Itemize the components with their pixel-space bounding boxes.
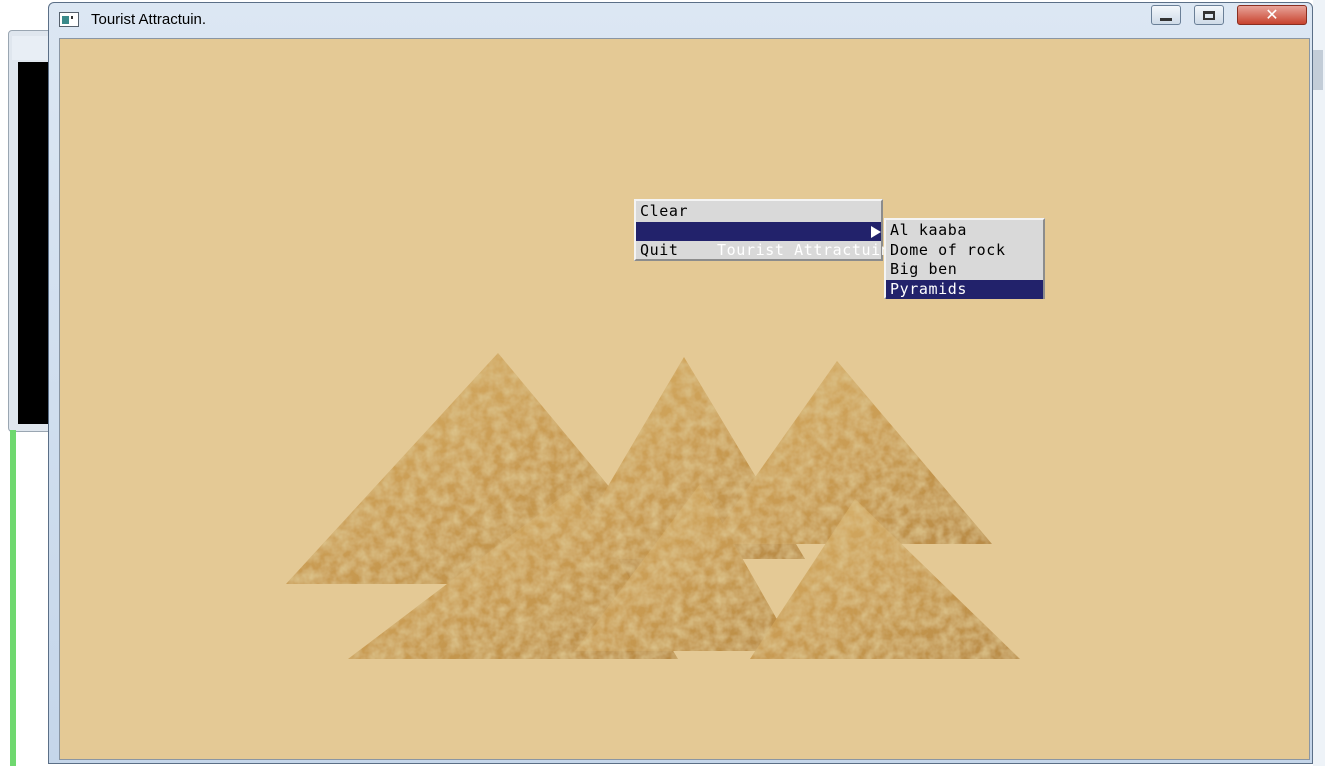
context-menu: Clear Tourist Attractuin Quit [634,199,890,261]
close-button[interactable]: ✕ [1237,5,1307,25]
submenu-item-big-ben[interactable]: Big ben [886,260,1043,280]
background-scrollbar [1313,50,1323,90]
background-editor-gutter [10,430,16,766]
background-console-output [18,62,48,424]
minimize-button[interactable] [1151,5,1181,25]
submenu-item-al-kaaba[interactable]: Al kaaba [886,221,1043,241]
app-window: Tourist Attractuin. ✕ Clear Tourist Attr… [48,2,1313,764]
submenu-item-pyramids[interactable]: Pyramids [886,279,1043,299]
minimize-icon [1160,17,1172,21]
tourist-attraction-submenu: Al kaaba Dome of rock Big ben Pyramids [884,218,1045,299]
submenu-item-dome-of-rock[interactable]: Dome of rock [886,241,1043,261]
menu-item-tourist-attractuin[interactable]: Tourist Attractuin [636,221,890,259]
background-console-titlebar [12,36,48,60]
menu-item-clear[interactable]: Clear [636,202,881,222]
close-icon: ✕ [1265,5,1279,24]
window-title: Tourist Attractuin. [91,11,207,28]
maximize-button[interactable] [1194,5,1224,25]
maximize-icon [1203,10,1215,20]
submenu-arrow-icon [871,225,881,238]
app-window-icon[interactable] [59,12,79,27]
pyramids-scene [286,353,1020,659]
menu-item-quit[interactable]: Quit [636,241,881,261]
render-canvas[interactable]: Clear Tourist Attractuin Quit Al kaaba D… [59,38,1310,760]
background-right-window [1313,0,1325,766]
title-bar[interactable]: Tourist Attractuin. ✕ [49,3,1312,35]
